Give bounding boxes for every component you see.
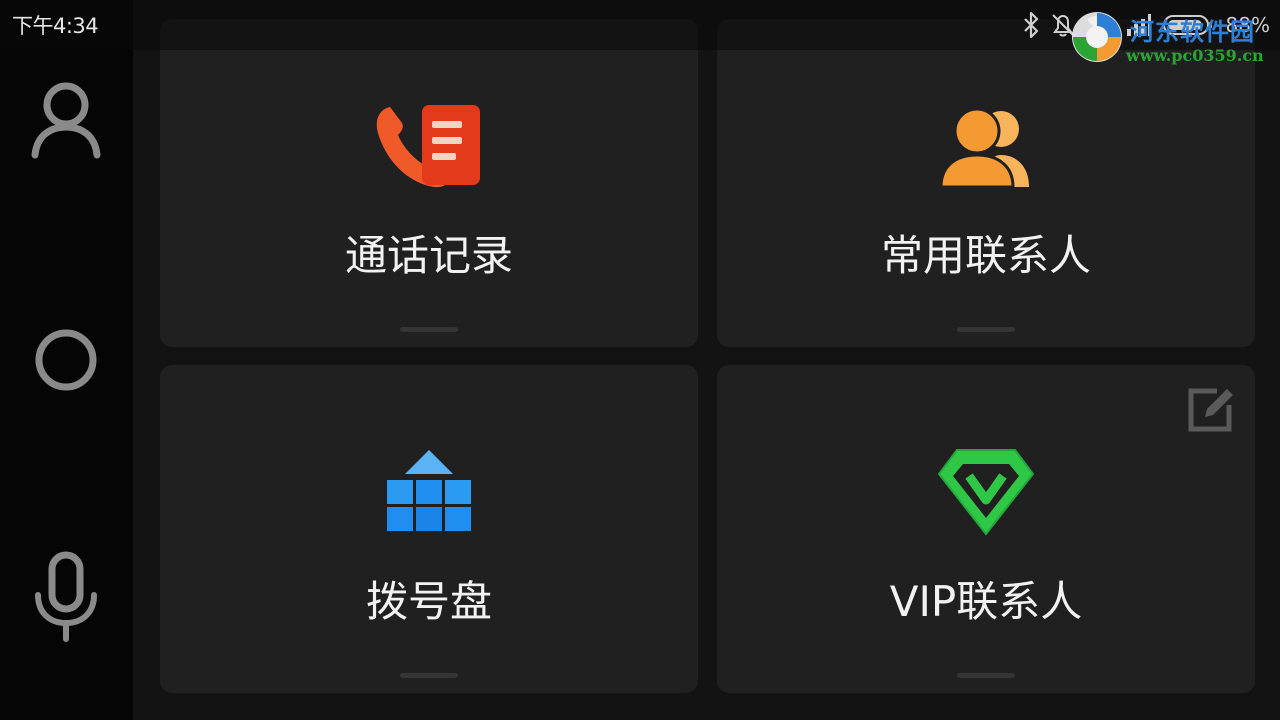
tile-handle[interactable] xyxy=(957,327,1015,332)
watermark-title: 河东软件园 xyxy=(1130,17,1255,46)
tile-handle[interactable] xyxy=(400,327,458,332)
watermark-url: www.pc0359.cn xyxy=(1126,46,1264,65)
watermark: 河东软件园 www.pc0359.cn xyxy=(1070,8,1270,68)
nav-profile-button[interactable] xyxy=(26,80,106,160)
vip-diamond-icon xyxy=(936,445,1036,537)
edit-icon xyxy=(1188,388,1233,432)
tile-label: 常用联系人 xyxy=(880,231,1091,280)
microphone-icon xyxy=(35,551,97,642)
tile-handle[interactable] xyxy=(400,673,458,678)
home-circle-icon xyxy=(35,329,97,391)
person-icon xyxy=(31,82,101,159)
tile-handle[interactable] xyxy=(957,673,1015,678)
dialpad-icon xyxy=(384,447,474,537)
frequent-contacts-icon xyxy=(936,101,1036,191)
tile-label: VIP联系人 xyxy=(889,577,1083,626)
nav-voice-button[interactable] xyxy=(26,551,106,642)
tile-frequent-contacts[interactable]: 常用联系人 xyxy=(717,19,1255,347)
bluetooth-icon xyxy=(1023,12,1038,38)
tile-call-log[interactable]: 通话记录 xyxy=(160,19,698,347)
tile-vip-contacts[interactable]: VIP联系人 xyxy=(717,365,1255,693)
edit-button[interactable] xyxy=(1187,385,1235,433)
watermark-logo xyxy=(1072,12,1122,62)
tile-dialpad[interactable]: 拨号盘 xyxy=(160,365,698,693)
call-log-icon xyxy=(374,101,484,191)
tile-label: 拨号盘 xyxy=(365,577,492,626)
side-navigation xyxy=(0,0,133,720)
status-time: 下午4:34 xyxy=(12,14,99,38)
nav-home-button[interactable] xyxy=(26,320,106,400)
tile-label: 通话记录 xyxy=(344,231,513,280)
